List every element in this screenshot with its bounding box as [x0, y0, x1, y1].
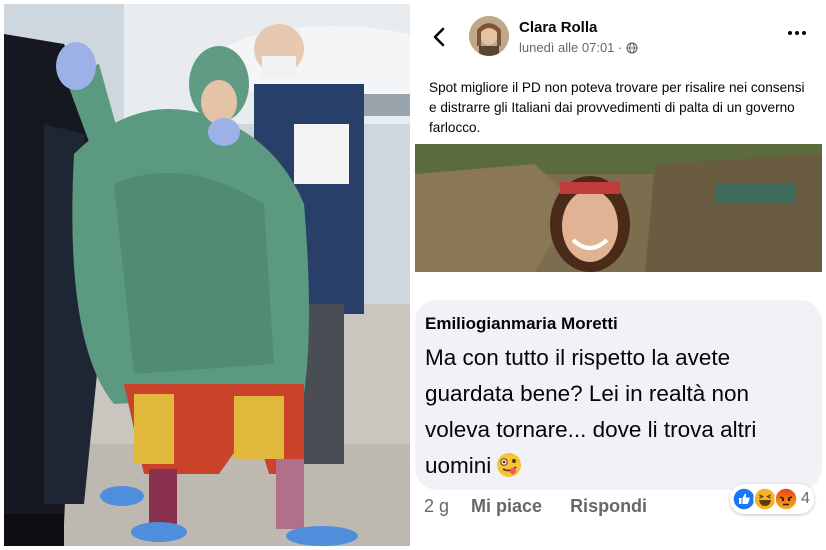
post-meta: lunedì alle 07:01 · — [519, 40, 638, 55]
zany-face-emoji-icon — [497, 453, 522, 477]
reply-button[interactable]: Rispondi — [570, 496, 647, 517]
comment-actions: 2 g Mi piace Rispondi — [424, 494, 675, 518]
avatar[interactable] — [469, 16, 509, 56]
facebook-post: Clara Rolla lunedì alle 07:01 · Spot mig… — [415, 4, 822, 294]
chevron-left-icon[interactable] — [429, 26, 451, 48]
comment-bubble: Emiliogianmaria Moretti Ma con tutto il … — [415, 300, 822, 490]
post-text: Spot migliore il PD non poteva trovare p… — [429, 80, 805, 135]
post-image[interactable] — [415, 144, 822, 272]
comment-text: Ma con tutto il rispetto la avete guarda… — [425, 340, 810, 484]
comment-body: Ma con tutto il rispetto la avete guarda… — [425, 345, 757, 478]
reaction-count: 4 — [801, 490, 810, 507]
angry-reaction-icon — [774, 487, 798, 511]
more-dots-icon[interactable] — [786, 28, 808, 38]
like-button[interactable]: Mi piace — [471, 496, 542, 517]
news-photo — [4, 4, 410, 546]
post-author-name[interactable]: Clara Rolla — [519, 19, 597, 36]
post-timestamp[interactable]: lunedì alle 07:01 · — [519, 40, 622, 55]
reactions-summary[interactable]: 4 — [730, 484, 814, 514]
globe-icon — [626, 41, 638, 54]
comment-time: 2 g — [424, 495, 450, 516]
comment-author-name[interactable]: Emiliogianmaria Moretti — [425, 314, 618, 334]
